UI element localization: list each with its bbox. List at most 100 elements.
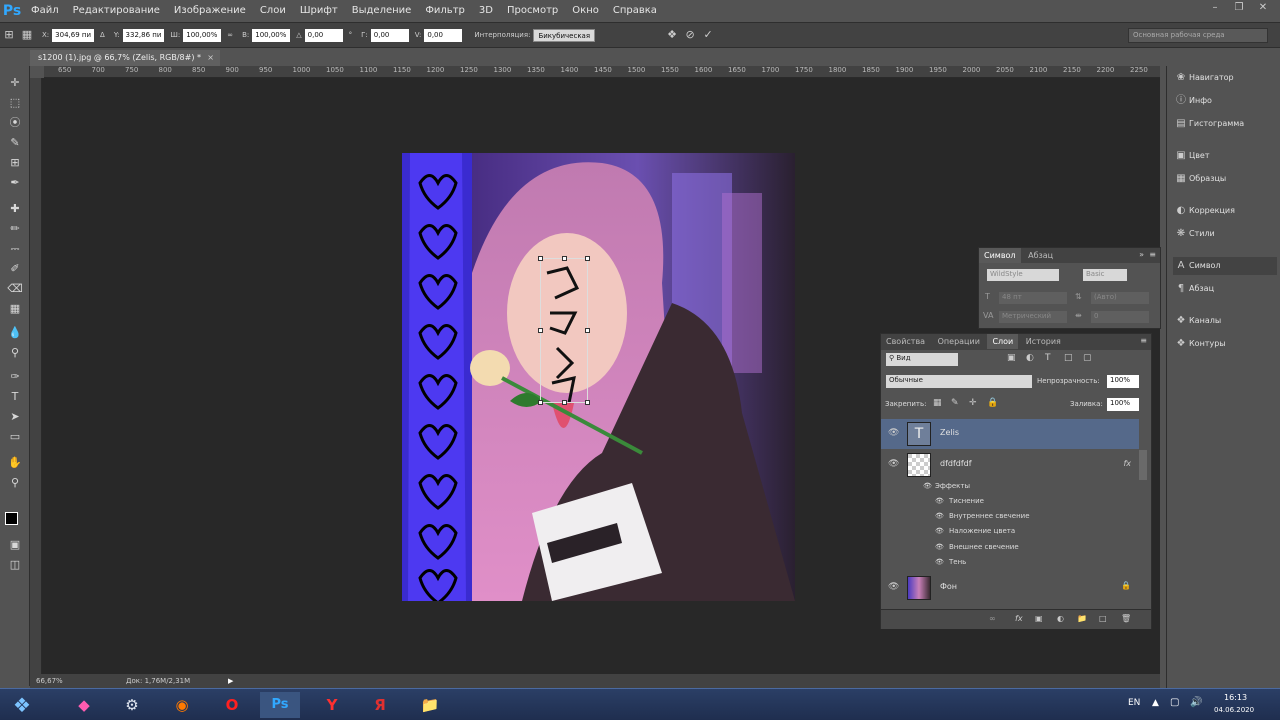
tab-character[interactable]: Символ [979,248,1021,263]
tab-properties[interactable]: Свойства [881,334,930,349]
start-button-icon[interactable]: ❖ [2,692,42,718]
effect-bevel[interactable]: Тиснение [949,497,984,505]
effect-eye-icon[interactable]: 👁 [935,543,944,551]
tracking-field[interactable]: 0 [1091,311,1149,323]
yandex-browser-icon[interactable]: Y [312,692,352,718]
document-canvas[interactable] [402,153,795,601]
history-brush-icon[interactable]: ✐ [5,260,25,278]
panel-collapse-icon[interactable]: » [1139,250,1144,259]
effect-color-overlay[interactable]: Наложение цвета [949,527,1015,535]
steam-icon[interactable]: ⚙ [112,692,152,718]
clock-time[interactable]: 16:13 [1224,693,1247,702]
lock-all-icon[interactable]: 🔒 [987,398,998,408]
delete-layer-icon[interactable]: 🗑 [1121,614,1131,623]
menu-filter[interactable]: Фильтр [418,0,472,22]
dock-paths[interactable]: ❖ Контуры [1173,335,1277,353]
visibility-eye-icon[interactable]: 👁 [888,428,899,438]
tab-actions[interactable]: Операции [933,334,985,349]
language-indicator[interactable]: EN [1128,698,1140,708]
dock-character[interactable]: A Символ [1173,257,1277,275]
status-arrow-icon[interactable]: ▶ [228,674,233,688]
transform-tool-icon[interactable]: ⊞ [0,27,18,43]
effect-inner-glow[interactable]: Внутреннее свечение [949,512,1030,520]
effect-eye-icon[interactable]: 👁 [935,512,944,520]
filter-type-icon[interactable]: T [1045,353,1051,363]
workspace-select[interactable]: Основная рабочая среда [1128,28,1268,43]
shape-tool-icon[interactable]: ▭ [5,428,25,446]
dock-adjustments[interactable]: ◐ Коррекция [1173,202,1277,220]
reference-point-icon[interactable]: ▦ [18,27,36,43]
filter-smart-icon[interactable]: ▢ [1083,353,1092,363]
kerning-field[interactable]: Метрический [999,311,1067,323]
lock-position-icon[interactable]: ✛ [969,398,977,408]
dock-channels[interactable]: ❖ Каналы [1173,312,1277,330]
quick-select-tool-icon[interactable]: ✎ [5,134,25,152]
menu-edit[interactable]: Редактирование [66,0,167,22]
layer-row-zelis[interactable]: 👁 T Zelis [881,419,1139,449]
clock-date[interactable]: 04.06.2020 [1214,706,1254,714]
menu-image[interactable]: Изображение [167,0,253,22]
layers-menu-icon[interactable]: ≡ [1140,336,1147,345]
blur-tool-icon[interactable]: 💧 [5,324,25,342]
add-style-icon[interactable]: fx [1015,614,1023,623]
menu-file[interactable]: Файл [24,0,66,22]
panel-menu-icon[interactable]: ≡ [1149,250,1156,259]
path-select-icon[interactable]: ➤ [5,408,25,426]
dock-histogram[interactable]: ▤ Гистограмма [1173,115,1277,133]
tab-history[interactable]: История [1021,334,1066,349]
volume-icon[interactable]: 🔊 [1190,697,1202,708]
layer-filter-select[interactable]: ⚲ Вид [886,353,958,366]
type-tool-icon[interactable]: T [5,388,25,406]
commit-transform-icon[interactable]: ✓ [699,27,717,43]
effect-eye-icon[interactable]: 👁 [935,527,944,535]
close-icon[interactable]: ✕ [1252,0,1274,16]
layer-row-background[interactable]: 👁 Фон 🔒 [881,573,1139,603]
new-group-icon[interactable]: 📁 [1077,614,1087,623]
effect-drop-shadow[interactable]: Тень [949,558,966,566]
menu-type[interactable]: Шрифт [293,0,345,22]
visibility-eye-icon[interactable]: 👁 [888,459,899,469]
transform-handle[interactable] [562,400,567,405]
effects-header[interactable]: Эффекты [935,482,970,490]
tab-paragraph[interactable]: Абзац [1023,248,1058,263]
layers-scrollbar[interactable] [1139,450,1147,480]
menu-layers[interactable]: Слои [253,0,293,22]
effect-eye-icon[interactable]: 👁 [935,497,944,505]
dodge-tool-icon[interactable]: ⚲ [5,344,25,362]
lasso-tool-icon[interactable]: ⦿ [5,114,25,132]
transform-handle[interactable] [538,400,543,405]
transform-handle[interactable] [585,400,590,405]
width-field[interactable]: 100,00% [183,28,222,42]
hand-tool-icon[interactable]: ✋ [5,454,25,472]
add-mask-icon[interactable]: ▣ [1035,614,1043,623]
cancel-transform-icon[interactable]: ⊘ [681,27,699,43]
crop-tool-icon[interactable]: ⊞ [5,154,25,172]
menu-view[interactable]: Просмотр [500,0,565,22]
taskbar-app-icon[interactable]: ◆ [64,692,104,718]
effect-outer-glow[interactable]: Внешнее свечение [949,543,1019,551]
blend-mode-select[interactable]: Обычные [886,375,1032,388]
lock-transparency-icon[interactable]: ▦ [933,398,942,408]
minimize-icon[interactable]: – [1204,0,1226,16]
transform-handle[interactable] [538,328,543,333]
restore-icon[interactable]: ❐ [1228,0,1250,16]
effect-eye-icon[interactable]: 👁 [935,558,944,566]
eraser-tool-icon[interactable]: ⌫ [5,280,25,298]
firefox-icon[interactable]: ◉ [162,692,202,718]
brush-tool-icon[interactable]: ✏ [5,220,25,238]
tray-arrow-icon[interactable]: ▲ [1152,698,1159,708]
lock-pixels-icon[interactable]: ✎ [951,398,959,408]
dock-color[interactable]: ▣ Цвет [1173,147,1277,165]
visibility-eye-icon[interactable]: 👁 [888,582,899,592]
warp-icon[interactable]: ❖ [663,27,681,43]
layer-name[interactable]: Zelis [940,428,959,437]
screen-mode-icon[interactable]: ◫ [5,556,25,574]
yandex-icon[interactable]: Я [360,692,400,718]
zoom-level[interactable]: 66,67% [36,674,63,688]
menu-select[interactable]: Выделение [345,0,419,22]
hskew-field[interactable]: 0,00 [370,28,409,42]
eyedropper-tool-icon[interactable]: ✒ [5,174,25,192]
adjustment-layer-icon[interactable]: ◐ [1057,614,1064,623]
tab-layers[interactable]: Слои [987,334,1019,349]
menu-window[interactable]: Окно [565,0,606,22]
